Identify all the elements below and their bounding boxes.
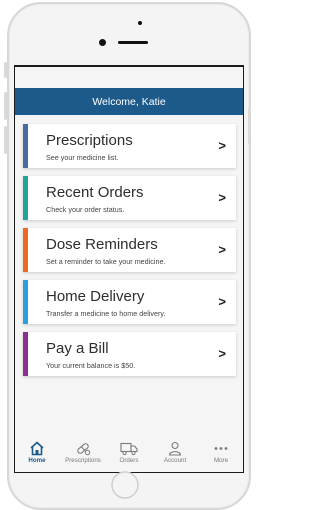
phone-sensor: [138, 21, 142, 25]
tab-label: More: [213, 457, 229, 464]
tab-label: Account: [163, 457, 187, 464]
bottom-tab-bar: Home Prescriptions Orders Account More: [15, 435, 243, 472]
phone-home-button: [111, 471, 139, 499]
truck-icon: [120, 442, 138, 456]
card-accent-bar: [23, 280, 28, 324]
card-title: Dose Reminders: [46, 236, 158, 253]
tab-prescriptions[interactable]: Prescriptions: [61, 441, 105, 464]
phone-volume-up-button: [4, 92, 7, 120]
card-prescriptions[interactable]: Prescriptions See your medicine list. >: [23, 124, 236, 168]
phone-volume-down-button: [4, 126, 7, 154]
card-recent-orders[interactable]: Recent Orders Check your order status. >: [23, 176, 236, 220]
phone-power-button: [248, 108, 251, 144]
card-title: Recent Orders: [46, 184, 144, 201]
card-home-delivery[interactable]: Home Delivery Transfer a medicine to hom…: [23, 280, 236, 324]
card-accent-bar: [23, 228, 28, 272]
card-subtitle: Transfer a medicine to home delivery.: [46, 309, 166, 318]
phone-camera: [99, 39, 106, 46]
card-accent-bar: [23, 332, 28, 376]
phone-speaker: [118, 41, 148, 44]
welcome-text: Welcome, Katie: [92, 95, 166, 108]
card-title: Home Delivery: [46, 288, 145, 305]
card-subtitle: Set a reminder to take your medicine.: [46, 257, 166, 266]
card-subtitle: Check your order status.: [46, 205, 125, 214]
chevron-right-icon: >: [218, 242, 226, 257]
card-title: Pay a Bill: [46, 340, 109, 357]
card-accent-bar: [23, 176, 28, 220]
tab-home[interactable]: Home: [15, 441, 59, 464]
chevron-right-icon: >: [218, 190, 226, 205]
home-icon: [30, 441, 44, 456]
tab-label: Orders: [119, 457, 139, 464]
chevron-right-icon: >: [218, 294, 226, 309]
tab-orders[interactable]: Orders: [107, 441, 151, 464]
tab-label: Prescriptions: [65, 457, 101, 464]
tab-label: Home: [28, 457, 46, 464]
card-pay-a-bill[interactable]: Pay a Bill Your current balance is $50. …: [23, 332, 236, 376]
welcome-header: Welcome, Katie: [15, 88, 243, 115]
ellipsis-icon: [214, 447, 228, 450]
card-title: Prescriptions: [46, 132, 133, 149]
card-subtitle: Your current balance is $50.: [46, 361, 136, 370]
person-icon: [168, 441, 182, 456]
chevron-right-icon: >: [218, 346, 226, 361]
tab-more[interactable]: More: [199, 441, 243, 464]
tab-account[interactable]: Account: [153, 441, 197, 464]
card-dose-reminders[interactable]: Dose Reminders Set a reminder to take yo…: [23, 228, 236, 272]
app-screen: Welcome, Katie Prescriptions See your me…: [14, 65, 244, 473]
chevron-right-icon: >: [218, 138, 226, 153]
card-accent-bar: [23, 124, 28, 168]
phone-side-button: [4, 62, 7, 78]
card-subtitle: See your medicine list.: [46, 153, 119, 162]
pill-icon: [77, 443, 91, 456]
